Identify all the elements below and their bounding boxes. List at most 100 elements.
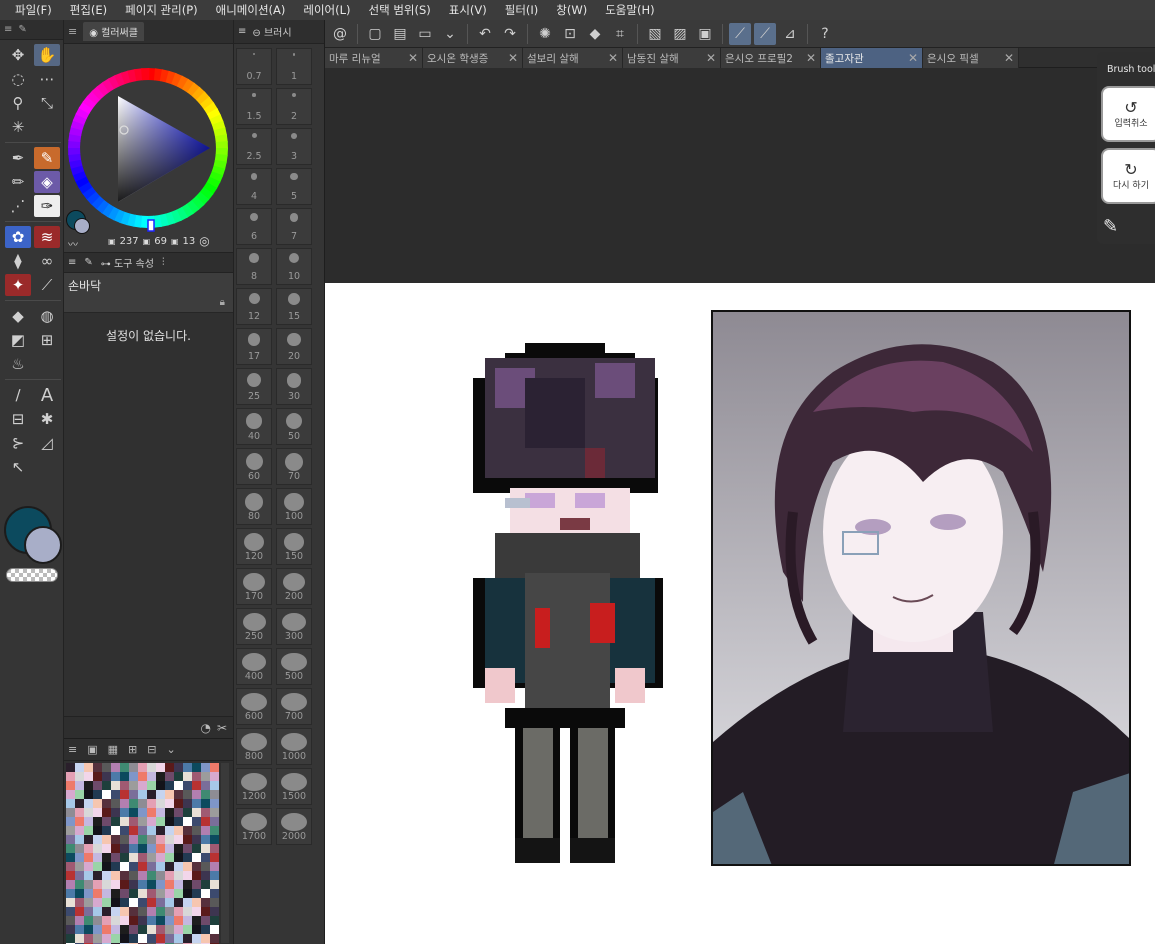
- color-swatch[interactable]: [147, 799, 156, 808]
- color-swatch[interactable]: [111, 790, 120, 799]
- color-swatch[interactable]: [93, 808, 102, 817]
- brush-size-preset[interactable]: 12: [236, 288, 272, 325]
- color-swatch[interactable]: [66, 799, 75, 808]
- color-swatch[interactable]: [156, 772, 165, 781]
- close-icon[interactable]: ✕: [806, 51, 816, 65]
- color-swatch[interactable]: [84, 934, 93, 943]
- brush-size-preset[interactable]: 800: [236, 728, 272, 765]
- color-swatch[interactable]: [84, 880, 93, 889]
- color-swatch[interactable]: [210, 880, 219, 889]
- color-swatch[interactable]: [183, 907, 192, 916]
- color-swatch[interactable]: [147, 790, 156, 799]
- color-swatch[interactable]: [111, 853, 120, 862]
- color-swatch[interactable]: [192, 772, 201, 781]
- color-swatch[interactable]: [75, 862, 84, 871]
- pen-tab-icon[interactable]: ✎: [18, 24, 26, 35]
- color-swatch[interactable]: [210, 862, 219, 871]
- color-swatch[interactable]: [138, 817, 147, 826]
- redo-button[interactable]: ↻ 다시 하기: [1101, 148, 1155, 204]
- color-swatch[interactable]: [192, 916, 201, 925]
- close-icon[interactable]: ✕: [408, 51, 418, 65]
- color-swatch[interactable]: [174, 880, 183, 889]
- color-swatch[interactable]: [111, 835, 120, 844]
- color-swatch[interactable]: [138, 844, 147, 853]
- color-swatch[interactable]: [111, 889, 120, 898]
- color-swatch[interactable]: [129, 934, 138, 943]
- color-swatch[interactable]: [93, 871, 102, 880]
- undo-button[interactable]: ↺ 입력취소: [1101, 86, 1155, 142]
- color-swatch[interactable]: [75, 898, 84, 907]
- color-swatch[interactable]: [111, 907, 120, 916]
- line-brush-icon[interactable]: ⟋: [34, 274, 60, 296]
- color-swatch[interactable]: [93, 790, 102, 799]
- color-swatch[interactable]: [210, 907, 219, 916]
- gradient-icon[interactable]: ◩: [5, 329, 31, 351]
- lock-icon[interactable]: 🔒︎: [220, 297, 225, 308]
- color-swatch[interactable]: [66, 772, 75, 781]
- color-swatch[interactable]: [66, 916, 75, 925]
- color-swatch[interactable]: [84, 817, 93, 826]
- color-swatch[interactable]: [84, 907, 93, 916]
- app-logo-icon[interactable]: @: [329, 23, 351, 45]
- color-swatch[interactable]: [147, 907, 156, 916]
- color-swatch[interactable]: [156, 862, 165, 871]
- color-swatch[interactable]: [129, 898, 138, 907]
- close-icon[interactable]: ✕: [706, 51, 716, 65]
- color-swatch[interactable]: [165, 871, 174, 880]
- color-swatch[interactable]: [66, 835, 75, 844]
- color-swatch[interactable]: [102, 790, 111, 799]
- color-swatch[interactable]: [183, 799, 192, 808]
- color-swatch[interactable]: [147, 889, 156, 898]
- pen-settings-icon[interactable]: ✎: [1103, 216, 1118, 237]
- color-swatch[interactable]: [138, 790, 147, 799]
- color-swatch[interactable]: [84, 916, 93, 925]
- doc-tab[interactable]: 남동진 살해 ✕: [623, 48, 721, 68]
- color-swatch[interactable]: [192, 907, 201, 916]
- color-swatch[interactable]: [66, 817, 75, 826]
- menu-view[interactable]: 표시(V): [449, 2, 487, 18]
- color-swatch[interactable]: [183, 853, 192, 862]
- color-swatch[interactable]: [129, 916, 138, 925]
- color-swatch[interactable]: [102, 817, 111, 826]
- color-swatch[interactable]: [174, 790, 183, 799]
- brush-size-preset[interactable]: 300: [276, 608, 312, 645]
- color-swatch[interactable]: [156, 826, 165, 835]
- color-swatch[interactable]: [147, 817, 156, 826]
- color-swatch[interactable]: [201, 790, 210, 799]
- color-swatch[interactable]: [66, 853, 75, 862]
- pen-subtool-icon[interactable]: ✎: [34, 147, 60, 169]
- color-swatch[interactable]: [156, 898, 165, 907]
- color-swatch[interactable]: [138, 772, 147, 781]
- color-swatch[interactable]: [129, 835, 138, 844]
- color-swatch[interactable]: [75, 817, 84, 826]
- brush-size-preset[interactable]: 70: [276, 448, 312, 485]
- color-swatch[interactable]: [183, 934, 192, 943]
- dropdown-chevron-icon[interactable]: ⌄: [439, 23, 461, 45]
- new-file-icon[interactable]: ▢: [364, 23, 386, 45]
- layer-property-tab-icon[interactable]: ⊟: [147, 743, 156, 756]
- brush-size-preset[interactable]: 60: [236, 448, 272, 485]
- color-swatch[interactable]: [192, 835, 201, 844]
- fill-bucket-icon[interactable]: ◆: [584, 23, 606, 45]
- color-swatch[interactable]: [93, 880, 102, 889]
- color-swatch[interactable]: [111, 772, 120, 781]
- snap-ruler-icon[interactable]: ⟋: [729, 22, 751, 45]
- color-swatch[interactable]: [156, 799, 165, 808]
- wave-icon[interactable]: 〰: [68, 236, 78, 251]
- color-swatch[interactable]: [156, 790, 165, 799]
- color-swatch[interactable]: [210, 817, 219, 826]
- color-swatch[interactable]: [210, 835, 219, 844]
- color-swatch[interactable]: [129, 808, 138, 817]
- brush-size-preset[interactable]: 170: [236, 568, 272, 605]
- color-swatch[interactable]: [147, 826, 156, 835]
- color-swatch[interactable]: [201, 880, 210, 889]
- snap-grid-icon[interactable]: ⊿: [779, 23, 801, 45]
- color-swatch[interactable]: [120, 853, 129, 862]
- color-swatch[interactable]: [147, 844, 156, 853]
- color-swatch[interactable]: [183, 817, 192, 826]
- brush-size-preset[interactable]: 10: [276, 248, 312, 285]
- color-swatch[interactable]: [201, 889, 210, 898]
- menu-window[interactable]: 창(W): [556, 2, 587, 18]
- color-swatch[interactable]: [129, 799, 138, 808]
- fill-icon[interactable]: ◆: [5, 305, 31, 327]
